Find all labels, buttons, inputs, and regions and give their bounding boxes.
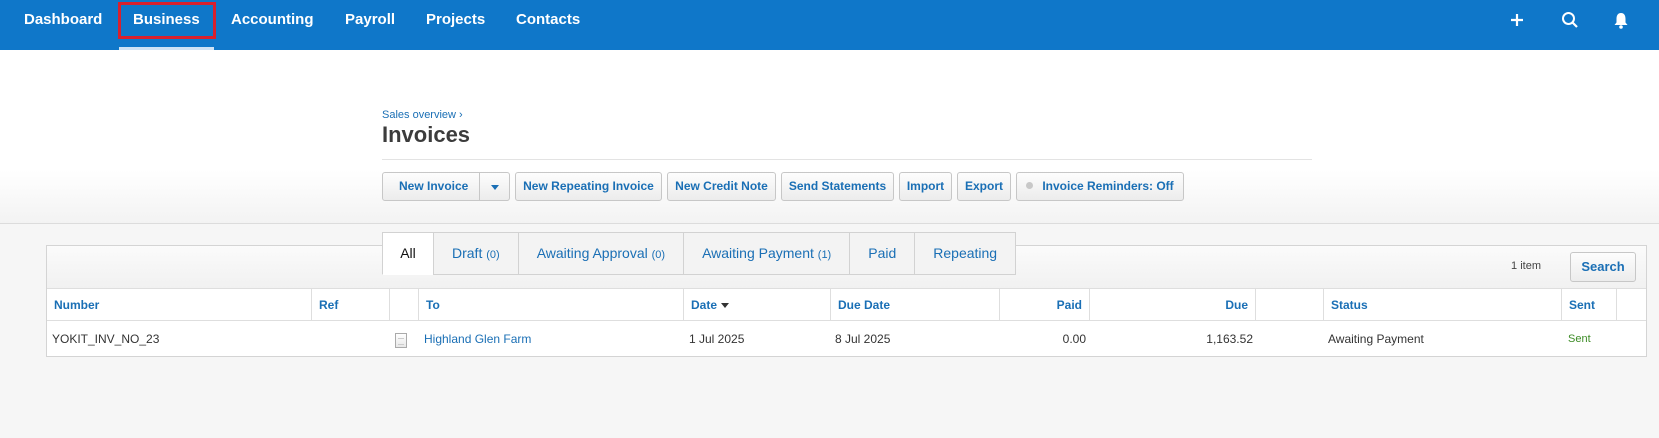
column-sent[interactable]: Sent bbox=[1562, 289, 1617, 321]
invoice-due: 1,163.52 bbox=[1206, 332, 1253, 346]
column-date[interactable]: Date bbox=[684, 289, 831, 321]
invoice-tabs: All Draft (0) Awaiting Approval (0) Awai… bbox=[382, 232, 1017, 275]
item-count: 1 item bbox=[1511, 260, 1541, 272]
search-icon[interactable] bbox=[1559, 9, 1581, 31]
tab-all-label: All bbox=[400, 245, 416, 261]
column-paid[interactable]: Paid bbox=[1000, 289, 1090, 321]
new-invoice-button[interactable]: New Invoice bbox=[382, 172, 510, 201]
tab-draft[interactable]: Draft (0) bbox=[433, 232, 518, 275]
document-icon[interactable] bbox=[395, 333, 407, 348]
tab-awaiting-approval-label: Awaiting Approval bbox=[536, 245, 648, 261]
table-row[interactable]: YOKIT_INV_NO_23 Highland Glen Farm 1 Jul… bbox=[47, 322, 1646, 357]
tab-draft-label: Draft bbox=[452, 245, 483, 261]
table-header: Number Ref To Date Due Date Paid Due Sta… bbox=[47, 289, 1646, 321]
column-ref[interactable]: Ref bbox=[312, 289, 390, 321]
column-due[interactable]: Due bbox=[1090, 289, 1256, 321]
send-statements-button[interactable]: Send Statements bbox=[781, 172, 894, 201]
status-dot-icon bbox=[1026, 182, 1034, 190]
top-nav: Dashboard Business Accounting Payroll Pr… bbox=[0, 0, 1659, 50]
new-invoice-dropdown[interactable] bbox=[479, 173, 509, 200]
nav-accounting[interactable]: Accounting bbox=[231, 0, 314, 50]
column-date-label: Date bbox=[691, 298, 718, 312]
column-spacer bbox=[1256, 289, 1324, 321]
breadcrumb[interactable]: Sales overview › bbox=[382, 109, 463, 121]
tab-awaiting-approval[interactable]: Awaiting Approval (0) bbox=[517, 232, 684, 275]
tab-repeating-label: Repeating bbox=[933, 245, 998, 261]
tab-repeating[interactable]: Repeating bbox=[914, 232, 1017, 275]
bell-icon[interactable] bbox=[1610, 9, 1632, 31]
new-repeating-invoice-button[interactable]: New Repeating Invoice bbox=[515, 172, 662, 201]
export-button[interactable]: Export bbox=[957, 172, 1011, 201]
plus-icon[interactable] bbox=[1506, 9, 1528, 31]
nav-dashboard[interactable]: Dashboard bbox=[24, 0, 102, 50]
column-to[interactable]: To bbox=[419, 289, 684, 321]
invoice-reminders-button[interactable]: Invoice Reminders: Off bbox=[1016, 172, 1184, 201]
tab-paid-label: Paid bbox=[868, 245, 897, 261]
page-title: Invoices bbox=[382, 122, 471, 147]
tab-awaiting-approval-count: (0) bbox=[651, 249, 666, 261]
sort-desc-icon bbox=[721, 303, 730, 309]
invoice-due-date: 8 Jul 2025 bbox=[835, 332, 891, 346]
column-number[interactable]: Number bbox=[47, 289, 312, 321]
search-button[interactable]: Search bbox=[1570, 252, 1636, 282]
nav-payroll[interactable]: Payroll bbox=[345, 0, 395, 50]
import-button[interactable]: Import bbox=[899, 172, 952, 201]
page-header: Sales overview › Invoices New Invoice Ne… bbox=[0, 50, 1659, 275]
invoice-status: Awaiting Payment bbox=[1328, 332, 1424, 346]
tab-draft-count: (0) bbox=[486, 249, 500, 261]
nav-projects[interactable]: Projects bbox=[426, 0, 485, 50]
invoice-sent-badge: Sent bbox=[1568, 333, 1591, 345]
tab-awaiting-payment[interactable]: Awaiting Payment (1) bbox=[683, 232, 850, 275]
new-invoice-label: New Invoice bbox=[399, 179, 469, 193]
tab-paid[interactable]: Paid bbox=[849, 232, 915, 275]
invoice-reminders-label: Invoice Reminders: Off bbox=[1042, 179, 1174, 193]
invoice-paid: 0.00 bbox=[1062, 332, 1086, 346]
new-credit-note-button[interactable]: New Credit Note bbox=[667, 172, 776, 201]
title-divider bbox=[382, 159, 1312, 160]
tab-awaiting-payment-label: Awaiting Payment bbox=[702, 245, 814, 261]
column-due-date[interactable]: Due Date bbox=[831, 289, 1000, 321]
nav-contacts[interactable]: Contacts bbox=[516, 0, 580, 50]
invoice-date: 1 Jul 2025 bbox=[689, 332, 745, 346]
column-attachment bbox=[390, 289, 419, 321]
tab-awaiting-payment-count: (1) bbox=[817, 249, 832, 261]
column-status[interactable]: Status bbox=[1324, 289, 1562, 321]
chevron-down-icon bbox=[491, 185, 499, 190]
invoice-contact-link[interactable]: Highland Glen Farm bbox=[424, 322, 531, 357]
nav-highlight-box bbox=[118, 2, 216, 39]
invoice-number[interactable]: YOKIT_INV_NO_23 bbox=[52, 322, 159, 357]
tab-all[interactable]: All bbox=[382, 232, 433, 275]
